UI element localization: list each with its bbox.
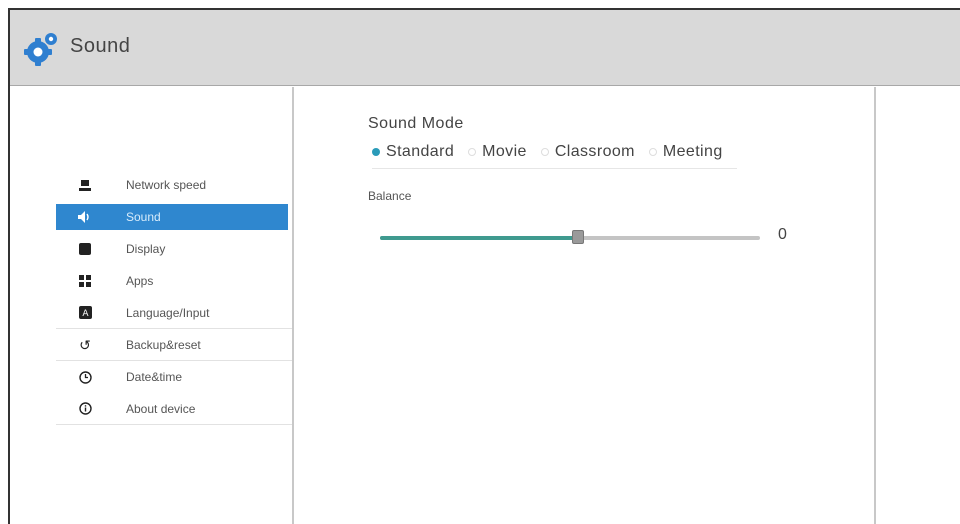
sidebar-item-label: About device [126,401,196,416]
display-icon [78,242,92,256]
sidebar-item-label: Date&time [126,370,183,384]
sound-mode-options: Standard Movie Classroom Meeting [372,141,737,169]
mode-option-movie[interactable]: Movie [468,143,527,161]
sidebar-item-label: Apps [126,274,154,288]
title-bar: Sound [10,10,960,86]
balance-value: 0 [778,226,787,243]
sidebar-item-label: Sound [126,210,161,224]
speaker-icon [78,210,92,224]
mode-label: Meeting [662,142,723,160]
reset-icon: ↺ [79,336,91,353]
radio-selected-icon [372,147,380,156]
section-title: Sound Mode [368,115,464,132]
sidebar-item-label: Display [126,242,166,256]
sidebar-item-about-device[interactable]: About device [56,393,292,425]
sidebar-item-apps[interactable]: Apps [56,265,292,297]
sidebar-item-sound[interactable]: Sound [56,204,288,230]
mode-option-meeting[interactable]: Meeting [648,142,723,161]
sidebar-item-label: Backup&reset [126,337,201,352]
info-icon [78,402,92,416]
settings-window: Sound Network speed Sound Display Apps A… [8,8,960,524]
sidebar-item-label: Network speed [126,178,207,192]
sidebar: Network speed Sound Display Apps A Langu… [10,87,294,524]
apps-icon [78,274,92,288]
sidebar-item-network-speed[interactable]: Network speed [56,169,292,201]
sidebar-item-backup-reset[interactable]: ↺ Backup&reset [56,329,292,361]
sidebar-item-date-time[interactable]: Date&time [56,361,292,393]
network-icon [78,178,92,192]
mode-label: Standard [386,142,455,160]
sidebar-item-language-input[interactable]: A Language/Input [56,297,292,329]
mode-option-standard[interactable]: Standard [372,143,454,161]
gear-icon [24,33,57,66]
svg-text:A: A [82,309,89,319]
balance-slider[interactable] [380,230,760,244]
balance-label: Balance [368,189,412,203]
right-pane [874,87,960,524]
sidebar-nav: Network speed Sound Display Apps A Langu… [56,169,292,425]
sidebar-item-label: Language/Input [126,305,210,320]
slider-thumb[interactable] [571,230,584,244]
sidebar-item-display[interactable]: Display [56,233,292,265]
radio-unselected-icon [540,147,549,156]
slider-fill [380,236,578,240]
radio-unselected-icon [468,147,477,156]
mode-option-classroom[interactable]: Classroom [540,142,635,161]
mode-label: Movie [482,142,527,160]
mode-label: Classroom [554,142,635,160]
clock-icon [78,370,92,384]
language-icon: A [78,306,92,320]
radio-unselected-icon [648,147,657,156]
sound-settings-panel: Sound Mode Standard Movie Classroom Meet… [296,87,874,524]
window-title: Sound [70,35,131,57]
